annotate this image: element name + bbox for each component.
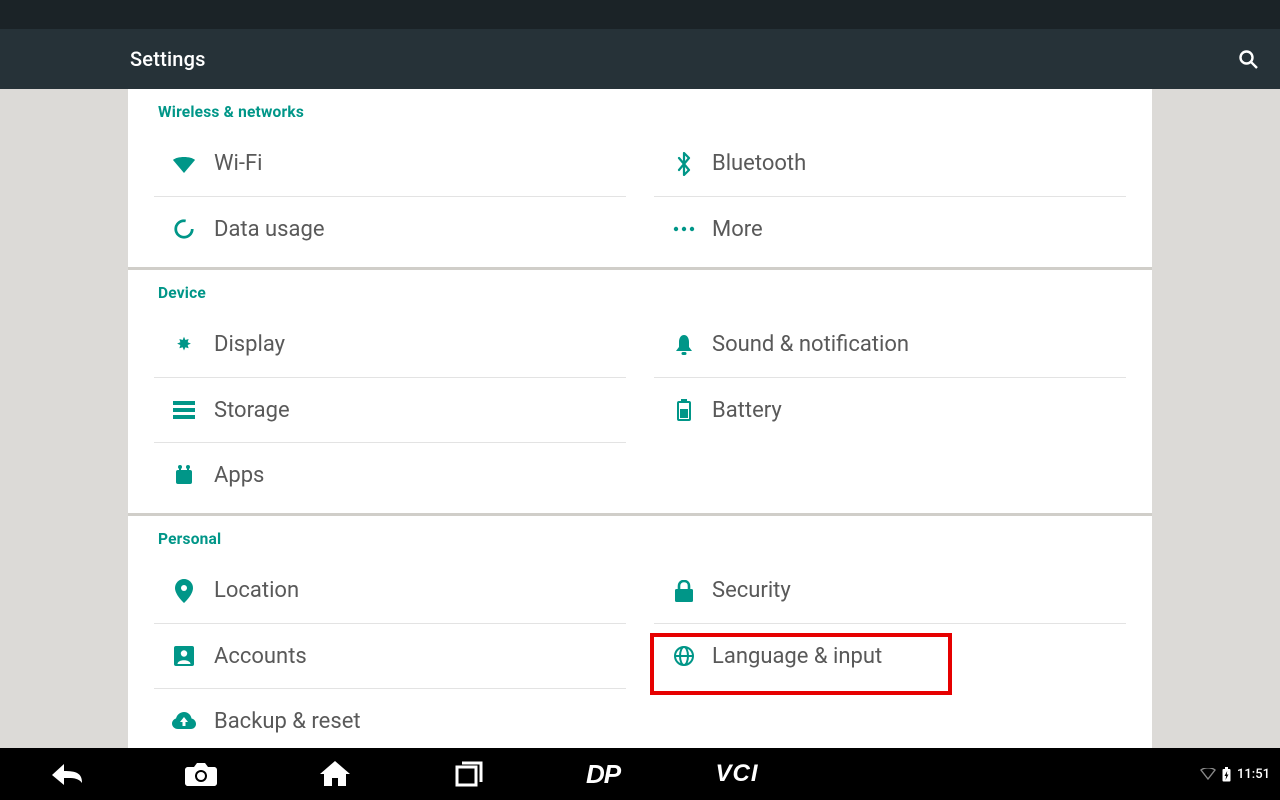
settings-item-accounts[interactable]: Accounts bbox=[154, 623, 626, 688]
settings-item-data-usage[interactable]: Data usage bbox=[154, 196, 626, 261]
appbar-title: Settings bbox=[130, 47, 206, 71]
location-icon bbox=[154, 579, 214, 603]
wifi-icon bbox=[154, 154, 214, 174]
item-label: More bbox=[712, 217, 763, 242]
data-usage-icon bbox=[154, 218, 214, 240]
item-label: Storage bbox=[214, 398, 290, 423]
item-label: Bluetooth bbox=[712, 151, 806, 176]
search-icon[interactable] bbox=[1236, 47, 1260, 71]
dp-logo: DP bbox=[586, 759, 620, 790]
nav-recent-button[interactable] bbox=[402, 748, 536, 800]
section-device: Device Display Storage bbox=[128, 267, 1152, 513]
item-label: Location bbox=[214, 578, 299, 603]
item-label: Wi-Fi bbox=[214, 151, 262, 176]
settings-item-storage[interactable]: Storage bbox=[154, 377, 626, 442]
section-header: Personal bbox=[128, 516, 1152, 558]
settings-card: Wireless & networks Wi-Fi Data usage bbox=[128, 89, 1152, 753]
app-bar: Settings bbox=[0, 29, 1280, 89]
backup-icon bbox=[154, 712, 214, 730]
nav-dp-button[interactable]: DP bbox=[536, 748, 670, 800]
battery-icon bbox=[654, 399, 714, 421]
section-wireless: Wireless & networks Wi-Fi Data usage bbox=[128, 89, 1152, 267]
system-nav-bar: DP VCI 11:51 bbox=[0, 748, 1280, 800]
wifi-status-icon bbox=[1200, 768, 1216, 780]
nav-home-button[interactable] bbox=[268, 748, 402, 800]
settings-item-backup[interactable]: Backup & reset bbox=[154, 688, 626, 753]
item-label: Apps bbox=[214, 463, 264, 488]
bluetooth-icon bbox=[654, 152, 714, 176]
lock-icon bbox=[654, 580, 714, 602]
account-icon bbox=[154, 646, 214, 666]
section-header: Device bbox=[128, 270, 1152, 312]
settings-item-security[interactable]: Security bbox=[654, 558, 1126, 623]
item-label: Language & input bbox=[712, 644, 882, 669]
more-icon bbox=[654, 226, 714, 232]
status-area: 11:51 bbox=[1200, 748, 1270, 800]
storage-icon bbox=[154, 401, 214, 419]
settings-item-bluetooth[interactable]: Bluetooth bbox=[654, 131, 1126, 196]
settings-item-location[interactable]: Location bbox=[154, 558, 626, 623]
item-label: Display bbox=[214, 332, 285, 357]
nav-vci-button[interactable]: VCI bbox=[670, 748, 804, 800]
item-label: Data usage bbox=[214, 217, 325, 242]
system-status-bar bbox=[0, 0, 1280, 29]
section-personal: Personal Location Accounts bbox=[128, 513, 1152, 753]
settings-item-language[interactable]: Language & input bbox=[654, 623, 1126, 688]
bell-icon bbox=[654, 334, 714, 356]
settings-item-wifi[interactable]: Wi-Fi bbox=[154, 131, 626, 196]
nav-camera-button[interactable] bbox=[134, 748, 268, 800]
item-label: Sound & notification bbox=[712, 332, 909, 357]
clock: 11:51 bbox=[1237, 767, 1270, 782]
vci-logo: VCI bbox=[715, 760, 758, 788]
item-label: Battery bbox=[712, 398, 782, 423]
section-header: Wireless & networks bbox=[128, 89, 1152, 131]
settings-item-apps[interactable]: Apps bbox=[154, 442, 626, 507]
settings-item-battery[interactable]: Battery bbox=[654, 377, 1126, 442]
nav-back-button[interactable] bbox=[0, 748, 134, 800]
settings-item-sound[interactable]: Sound & notification bbox=[654, 312, 1126, 377]
settings-item-more[interactable]: More bbox=[654, 196, 1126, 261]
item-label: Security bbox=[712, 578, 791, 603]
globe-icon bbox=[654, 645, 714, 667]
item-label: Backup & reset bbox=[214, 709, 361, 734]
display-icon bbox=[154, 334, 214, 356]
item-label: Accounts bbox=[214, 644, 307, 669]
settings-item-display[interactable]: Display bbox=[154, 312, 626, 377]
apps-icon bbox=[154, 464, 214, 486]
battery-charging-icon bbox=[1222, 767, 1231, 782]
